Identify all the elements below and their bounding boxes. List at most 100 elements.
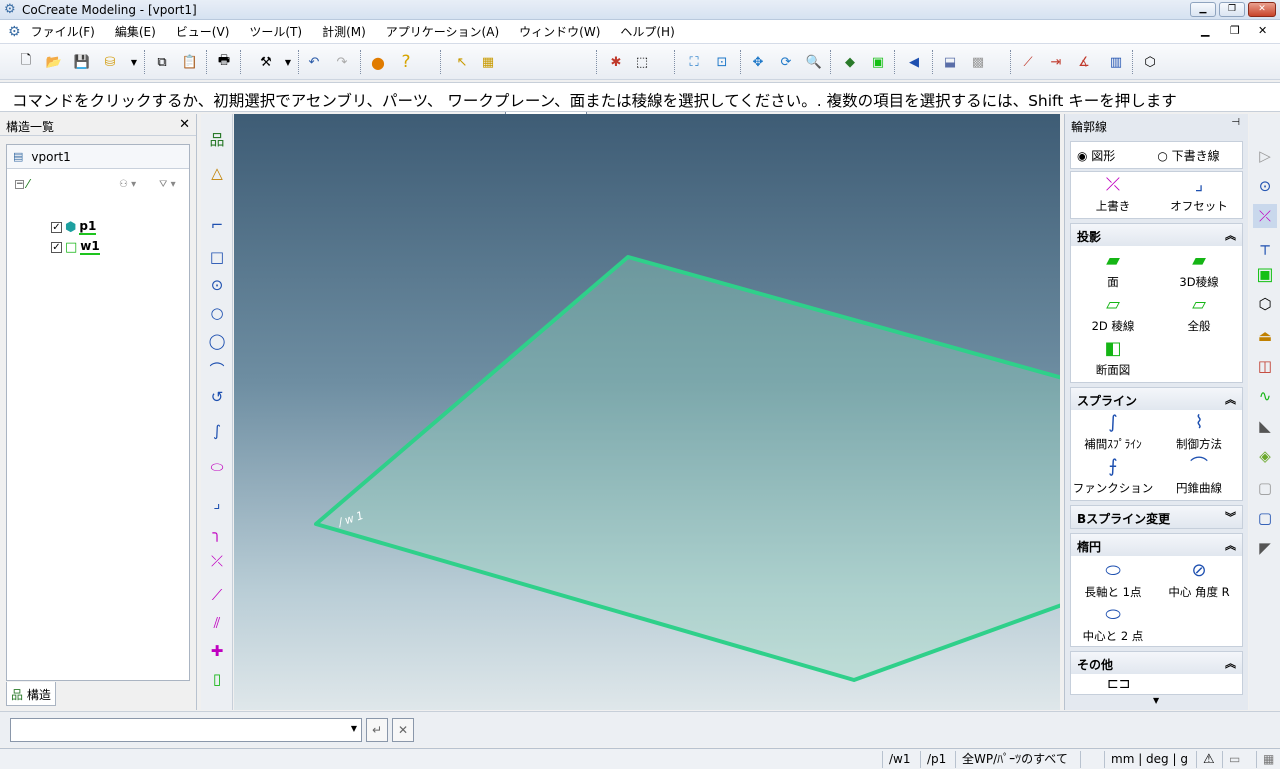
viewport-3d[interactable]: /w1 [234,114,1060,710]
redo-icon[interactable]: ↷ [332,52,352,72]
visibility-checkbox[interactable]: ✓ [51,241,62,253]
previous-view-icon[interactable]: ◀ [904,52,924,72]
parallel-line-icon[interactable]: ⫽ [206,612,228,634]
select-pointer-icon[interactable]: ↖ [452,52,472,72]
expand-chevron-icon[interactable]: ︾ [1225,509,1236,525]
spline-tool-icon[interactable]: ∿ [1253,384,1277,408]
tangent-circle-icon[interactable]: ◯ [206,330,228,352]
calculator-icon[interactable]: ▥ [1106,52,1126,72]
ellipse-axis-point-button[interactable]: ⬭ 長軸と 1点 [1071,558,1155,600]
menu-help[interactable]: ヘルプ(H) [610,23,684,40]
close-button[interactable]: ✕ [1248,2,1276,17]
copy-icon[interactable]: ⧉ [152,52,172,72]
surface-tool-icon[interactable]: ◈ [1253,444,1277,468]
shaded-view-icon[interactable]: ◆ [840,52,860,72]
mdi-minimize-button[interactable]: ▁ [1201,24,1209,37]
ellipse-center-2pt-button[interactable]: ⬭ 中心と 2 点 [1071,602,1155,644]
sheet-tool-icon[interactable]: ◤ [1253,536,1277,560]
circle-center-icon[interactable]: ⊙ [206,274,228,296]
project-face-button[interactable]: ▰ 面 [1071,248,1155,290]
zoom-icon[interactable]: 🔍 [804,52,824,72]
tangent-arc-icon[interactable]: ↺ [206,386,228,408]
projection-header[interactable]: 投影 ︽ [1071,224,1242,246]
offset-button[interactable]: ⌟ オフセット [1157,172,1241,214]
menu-window[interactable]: ウィンドウ(W) [509,23,610,40]
rectangle-icon[interactable]: □ [206,246,228,268]
measure-distance-icon[interactable]: ⇥ [1046,52,1066,72]
hierarchy-icon[interactable]: 品 [206,128,228,150]
zoom-window-icon[interactable]: ⊡ [712,52,732,72]
clip-view-icon[interactable]: ▩ [968,52,988,72]
radio-geometry[interactable]: ◉ 図形 [1077,147,1115,164]
project-2d-edge-button[interactable]: ▱ 2D 稜線 [1071,292,1155,334]
doc-icon[interactable]: ⚙ [8,24,21,40]
paste-icon[interactable]: 📋 [180,52,200,72]
contour-tool-icon[interactable]: ⤫ [1253,204,1277,228]
other-header[interactable]: その他 ︽ [1071,652,1242,674]
collapse-chevron-icon[interactable]: ︽ [1225,391,1236,407]
menu-view[interactable]: ビュー(V) [166,23,240,40]
section-view-button[interactable]: ◧ 断面図 [1071,336,1155,378]
menu-file[interactable]: ファイル(F) [21,23,105,40]
dropdown-arrow-icon[interactable]: ▼ [351,724,357,733]
dropdown-arrow-icon[interactable]: ▼ [278,52,298,72]
undo-icon[interactable]: ↶ [304,52,324,72]
rotate-icon[interactable]: ⟳ [776,52,796,72]
tree-item-p1[interactable]: ✓ ⬢ p1 [51,219,97,235]
menu-application[interactable]: アプリケーション(A) [376,23,509,40]
restore-button[interactable]: ❐ [1219,2,1245,17]
viewport-label[interactable]: vport1 [31,150,70,164]
polyline-icon[interactable]: ⌐ [206,214,228,236]
select-box-icon[interactable]: ▦ [478,52,498,72]
tab-structure[interactable]: 品 構造 [6,682,56,706]
measure-angle-icon[interactable]: ∡ [1074,52,1094,72]
open-icon[interactable]: 📂 [44,52,64,72]
binoculars-icon[interactable]: ⚇ ▾ [119,179,136,190]
new-icon[interactable]: 🗋 [16,52,36,72]
solid-tool-icon[interactable]: ◣ [1253,414,1277,438]
overwrite-button[interactable]: ⤫ 上書き [1071,172,1155,214]
cancel-button[interactable]: ✕ [392,718,414,742]
play-icon[interactable]: ▷ [1253,144,1277,168]
fit-view-icon[interactable]: ⛶ [684,52,704,72]
fillet-icon[interactable]: ╮ [206,522,228,544]
spline-header[interactable]: スプライン ︽ [1071,388,1242,410]
project-icon[interactable]: ▯ [206,668,228,690]
section-view-icon[interactable]: ⬓ [940,52,960,72]
filter-icon[interactable]: ⛛ ▾ [159,179,176,190]
settings-tool-icon[interactable]: ⚒ [256,52,276,72]
pan-icon[interactable]: ✥ [748,52,768,72]
close-panel-icon[interactable]: ✕ [179,117,190,132]
bracket-icon[interactable]: ⊏⊐ [1107,676,1130,692]
line-icon[interactable]: ⟋ [206,584,228,606]
database-icon[interactable]: ⛁ [100,52,120,72]
ellipse-header[interactable]: 楕円 ︽ [1071,534,1242,556]
save-icon[interactable]: 💾 [72,52,92,72]
project-general-button[interactable]: ▱ 全般 [1157,292,1241,334]
workplane-tool-icon[interactable]: ▣ [1253,262,1277,286]
wireframe-view-icon[interactable]: ▣ [868,52,888,72]
bspline-header[interactable]: Bスプライン変更 ︾ [1071,506,1242,528]
minimize-button[interactable]: ▁ [1190,2,1216,17]
warning-icon[interactable]: ⚠ [1196,751,1215,768]
tree-item-w1[interactable]: ✓ □ w1 [51,239,100,255]
circle-icon[interactable]: ○ [206,302,228,324]
help-icon[interactable]: ? [396,52,416,72]
assembly-tool-icon[interactable]: ⏏ [1253,324,1277,348]
project-3d-edge-button[interactable]: ▰ 3D稜線 [1157,248,1241,290]
workplane-shape[interactable] [234,114,1060,710]
collapse-chevron-icon[interactable]: ︽ [1225,655,1236,671]
trim-icon[interactable]: ⤫ [206,550,228,572]
enter-button[interactable]: ↵ [366,718,388,742]
radio-construction[interactable]: ○ 下書き線 [1157,147,1219,164]
split-icon[interactable]: ✚ [206,640,228,662]
assembly-icon[interactable]: △ [206,162,228,184]
part-select-icon[interactable]: ⬚ [632,52,652,72]
spline-icon[interactable]: ∫ [206,420,228,442]
collapse-icon[interactable]: − [15,179,24,189]
part-properties-icon[interactable]: ⬡ [1140,52,1160,72]
dropdown-arrow-icon[interactable]: ▼ [124,52,144,72]
menu-tools[interactable]: ツール(T) [239,23,312,40]
ellipse-center-angle-button[interactable]: ⊘ 中心 角度 R [1157,558,1241,600]
scroll-down-icon[interactable]: ▼ [1153,696,1159,705]
